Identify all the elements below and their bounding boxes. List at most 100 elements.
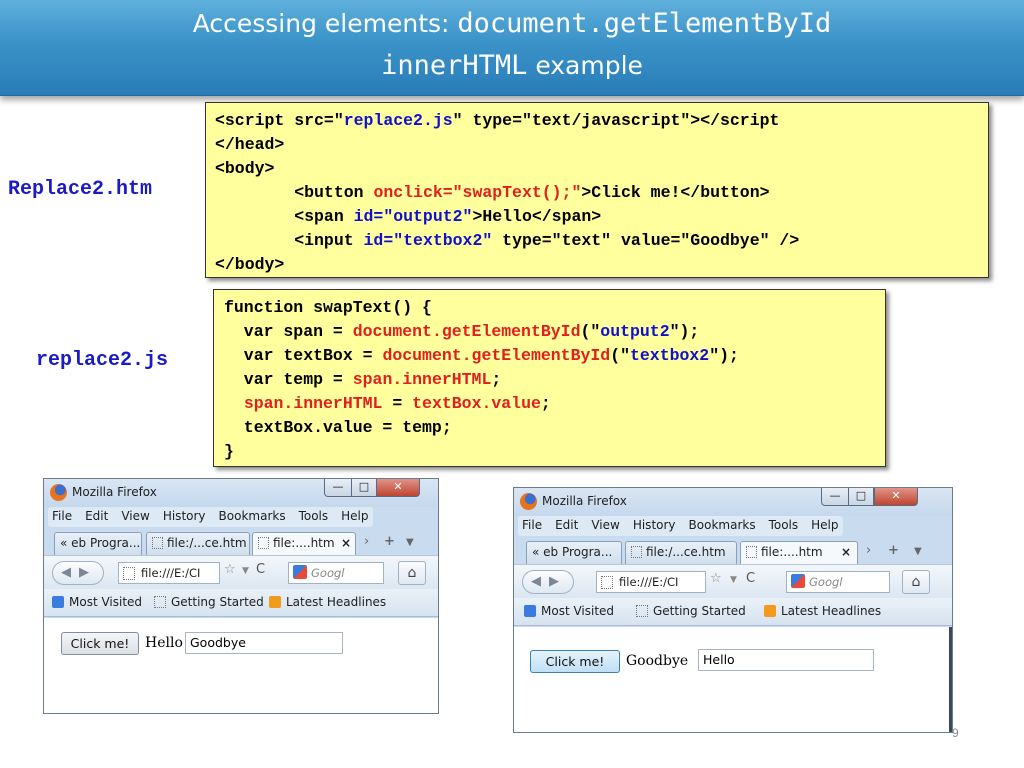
menu-history[interactable]: History	[633, 518, 676, 534]
url-bar[interactable]: file:///E:/CI	[596, 571, 706, 593]
back-forward-buttons[interactable]: ◀▶	[522, 570, 574, 594]
home-button[interactable]: ⌂	[398, 561, 426, 585]
menu-bookmarks[interactable]: Bookmarks	[219, 509, 286, 525]
window-titlebar: Mozilla Firefox — □ ✕	[44, 479, 438, 507]
title-banner: Accessing elements: document.getElementB…	[0, 0, 1024, 96]
home-button[interactable]: ⌂	[902, 570, 930, 594]
menu-bookmarks[interactable]: Bookmarks	[689, 518, 756, 534]
menu-tools[interactable]: Tools	[299, 509, 329, 525]
title-line-2: innerHTML example	[0, 50, 1024, 81]
tab-replace-htm[interactable]: file:/...ce.htm	[625, 541, 737, 564]
menu-tools[interactable]: Tools	[769, 518, 799, 534]
title-code-method: document.getElementById	[457, 8, 832, 39]
search-input[interactable]: Googl	[786, 571, 890, 593]
close-window-button[interactable]: ✕	[376, 479, 420, 497]
tab-current[interactable]: file:....htm ×	[740, 541, 858, 564]
html-code-line: <button onclick="swapText();">Click me!<…	[215, 183, 770, 202]
title-code-property: innerHTML	[381, 50, 528, 81]
new-tab-icon[interactable]: +	[888, 543, 899, 558]
bookmark-getting-started[interactable]: Getting Started	[154, 589, 264, 615]
textbox-input[interactable]: Hello	[698, 649, 874, 671]
js-code-line: }	[224, 442, 234, 461]
navigation-bar: ◀▶ file:///E:/CI ☆ ▼ C Googl ⌂	[44, 555, 438, 589]
window-titlebar: Mozilla Firefox — □ ✕	[514, 488, 952, 516]
slide-number: 9	[952, 726, 959, 740]
scroll-tabs-icon[interactable]: ›	[866, 543, 871, 558]
title-suffix: example	[527, 51, 643, 80]
title-prefix: Accessing elements:	[192, 9, 458, 38]
html-code-line: <body>	[215, 159, 275, 178]
browser-window-before: Mozilla Firefox — □ ✕ File Edit View His…	[43, 478, 439, 714]
tab-current[interactable]: file:....htm ×	[252, 532, 356, 555]
google-icon	[791, 574, 805, 588]
bookmarks-toolbar: Most Visited Getting Started Latest Head…	[44, 589, 438, 617]
close-window-button[interactable]: ✕	[874, 488, 918, 506]
menu-bar: File Edit View History Bookmarks Tools H…	[518, 516, 843, 536]
back-forward-buttons[interactable]: ◀▶	[52, 561, 104, 585]
textbox-input[interactable]: Goodbye	[185, 632, 343, 654]
tab-list-icon[interactable]: ▼	[914, 546, 922, 557]
tab-web-programming[interactable]: « eb Progra...	[54, 532, 142, 555]
menu-edit[interactable]: Edit	[555, 518, 578, 534]
menu-edit[interactable]: Edit	[85, 509, 108, 525]
url-dropdown-icon[interactable]: ▼	[242, 566, 249, 576]
js-code-line: var span = document.getElementById("outp…	[224, 322, 700, 341]
menu-help[interactable]: Help	[341, 509, 368, 525]
page-icon	[601, 576, 613, 589]
menu-history[interactable]: History	[163, 509, 206, 525]
maximize-button[interactable]: □	[848, 488, 874, 506]
html-code-line: <input id="textbox2" type="text" value="…	[215, 231, 800, 250]
bookmark-getting-started[interactable]: Getting Started	[636, 598, 746, 624]
click-me-button[interactable]: Click me!	[61, 632, 139, 655]
page-icon	[636, 605, 648, 617]
most-visited-icon	[52, 596, 64, 608]
window-title: Mozilla Firefox	[72, 485, 157, 499]
menu-view[interactable]: View	[121, 509, 149, 525]
output-span: Goodbye	[626, 653, 689, 669]
js-code-line: function swapText() {	[224, 298, 432, 317]
url-dropdown-icon[interactable]: ▼	[730, 575, 737, 585]
bookmark-most-visited[interactable]: Most Visited	[524, 598, 614, 624]
html-code-line: <span id="output2">Hello</span>	[215, 207, 602, 226]
js-file-label: replace2.js	[36, 349, 169, 372]
bookmark-star-icon[interactable]: ☆	[710, 571, 722, 586]
html-code-box: <script src="replace2.js" type="text/jav…	[205, 102, 989, 278]
bookmark-most-visited[interactable]: Most Visited	[52, 589, 142, 615]
output-span: Hello	[145, 635, 183, 651]
js-code-line: span.innerHTML = textBox.value;	[243, 394, 551, 413]
most-visited-icon	[524, 605, 536, 617]
page-icon	[258, 537, 269, 549]
tab-web-programming[interactable]: « eb Progra...	[526, 541, 622, 564]
reload-icon[interactable]: C	[746, 571, 755, 586]
tab-list-icon[interactable]: ▼	[406, 537, 414, 548]
reload-icon[interactable]: C	[256, 562, 265, 577]
minimize-button[interactable]: —	[324, 479, 352, 497]
maximize-button[interactable]: □	[351, 479, 377, 497]
bookmark-latest-headlines[interactable]: Latest Headlines	[764, 598, 881, 624]
url-bar[interactable]: file:///E:/CI	[118, 562, 220, 584]
html-code-line: </body>	[215, 255, 285, 274]
menu-view[interactable]: View	[591, 518, 619, 534]
window-title: Mozilla Firefox	[542, 494, 627, 508]
close-tab-icon[interactable]: ×	[341, 533, 351, 553]
page-content: Click me! Goodbye Hello	[514, 627, 952, 732]
firefox-logo-icon	[50, 484, 67, 501]
page-icon	[123, 567, 135, 580]
bookmarks-toolbar: Most Visited Getting Started Latest Head…	[514, 598, 952, 626]
scroll-tabs-icon[interactable]: ›	[364, 534, 369, 549]
search-input[interactable]: Googl	[288, 562, 384, 584]
menu-bar: File Edit View History Bookmarks Tools H…	[48, 507, 373, 527]
html-code-line: </head>	[215, 135, 285, 154]
menu-help[interactable]: Help	[811, 518, 838, 534]
menu-file[interactable]: File	[52, 509, 72, 525]
bookmark-star-icon[interactable]: ☆	[224, 562, 236, 577]
bookmark-latest-headlines[interactable]: Latest Headlines	[269, 589, 386, 615]
tab-replace-htm[interactable]: file:/...ce.htm	[146, 532, 250, 555]
html-code-line: <script src="replace2.js" type="text/jav…	[215, 111, 780, 130]
click-me-button[interactable]: Click me!	[530, 650, 620, 673]
minimize-button[interactable]: —	[821, 488, 849, 506]
menu-file[interactable]: File	[522, 518, 542, 534]
close-tab-icon[interactable]: ×	[841, 542, 851, 562]
new-tab-icon[interactable]: +	[384, 534, 395, 549]
title-line-1: Accessing elements: document.getElementB…	[0, 8, 1024, 39]
